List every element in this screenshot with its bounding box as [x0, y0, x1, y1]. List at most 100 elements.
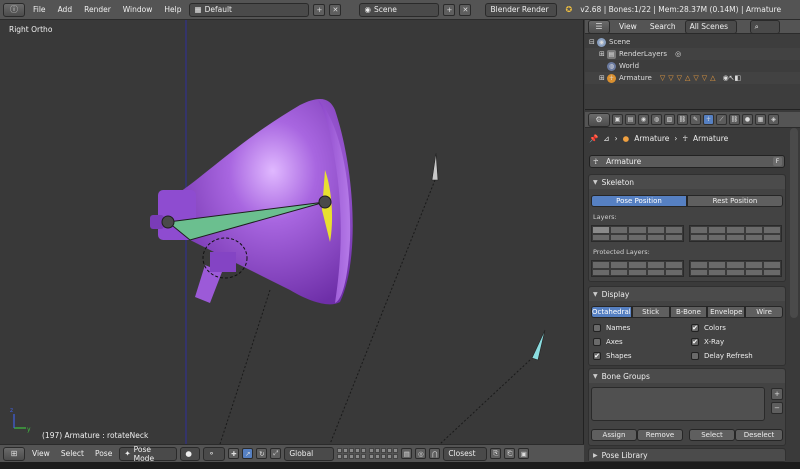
lock-icon[interactable]: ▤ [401, 448, 413, 459]
menu-file[interactable]: File [29, 5, 50, 14]
pose-position-button[interactable]: Pose Position [591, 195, 687, 207]
pin-icon[interactable]: 📌 [589, 134, 598, 143]
render-camera-icon[interactable]: ◧ [735, 74, 742, 82]
physics-tab-icon[interactable]: ◈ [768, 114, 779, 125]
viewport-status: (197) Armature : rotateNeck [42, 431, 149, 440]
outliner-search-field[interactable]: ⌕ [749, 19, 780, 34]
xray-checkbox[interactable]: ✔ X-Ray [691, 338, 724, 346]
scene-tab-icon[interactable]: ◉ [638, 114, 649, 125]
manipulator-toggle-icon[interactable]: ✚ [228, 448, 240, 459]
scene-value: Scene [374, 5, 397, 14]
pose-library-panel-header[interactable]: ▶ Pose Library [589, 449, 785, 461]
outliner-row-renderlayers[interactable]: ⊞ ▤ RenderLayers ◎ [585, 48, 800, 60]
viewport-layers[interactable] [337, 448, 367, 459]
delete-screen-button[interactable]: ✕ [329, 3, 342, 16]
axis-z-label: z [10, 407, 13, 414]
world-tab-icon[interactable]: ◍ [651, 114, 662, 125]
menu-view[interactable]: View [28, 449, 54, 458]
bbone-button[interactable]: B-Bone [669, 306, 708, 318]
editor-type-button[interactable]: ⓘ [3, 2, 25, 17]
outliner-row-scene[interactable]: ⊟ ◉ Scene [585, 36, 800, 48]
shading-select[interactable]: ● [180, 446, 201, 461]
menu-add[interactable]: Add [54, 5, 77, 14]
armature-data-tab-icon[interactable]: ☥ [703, 114, 714, 125]
render-tab-icon[interactable]: ▣ [612, 114, 623, 125]
render-engine-select[interactable]: Blender Render [485, 2, 558, 17]
deselect-button[interactable]: Deselect [735, 429, 783, 441]
mode-select[interactable]: ✦ Pose Mode [119, 445, 178, 463]
wire-button[interactable]: Wire [745, 306, 784, 318]
copy-pose-icon[interactable]: ⎘ [490, 448, 502, 459]
bone-constraints-tab-icon[interactable]: ⛓ [729, 114, 740, 125]
3d-viewport[interactable]: Right Ortho z y (197) Armature: rotateN… [0, 20, 584, 444]
bone-groups-list[interactable] [591, 387, 765, 421]
rest-position-button[interactable]: Rest Position [687, 195, 783, 207]
paste-pose-icon[interactable]: ⎗ [504, 448, 516, 459]
viewport-layers-2[interactable] [369, 448, 399, 459]
shapes-checkbox[interactable]: ✔ Shapes [593, 352, 632, 360]
display-panel-header[interactable]: ▼ Display [589, 287, 785, 301]
editor-type-button-3d[interactable]: ⊞ [3, 446, 25, 461]
screen-layout-select[interactable]: ▦ Default [189, 2, 310, 17]
properties-scrollbar[interactable] [790, 128, 798, 318]
object-tab-icon[interactable]: ▧ [664, 114, 675, 125]
menu-render[interactable]: Render [80, 5, 115, 14]
bone-tab-icon[interactable]: ⟋ [716, 114, 727, 125]
axes-checkbox[interactable]: Axes [593, 338, 623, 346]
fake-user-button[interactable]: F [773, 157, 782, 166]
armature-icon: ☥ [607, 73, 616, 83]
outliner-row-armature[interactable]: ⊞ ☥ Armature ▽▽▽△▽▽△ ◉ ↖ ◧ [585, 72, 800, 84]
constraints-tab-icon[interactable]: ⛓ [677, 114, 688, 125]
checkmark-icon: ✔ [691, 324, 699, 332]
bone-groups-panel-header[interactable]: ▼ Bone Groups [589, 369, 785, 383]
proportional-edit-icon[interactable]: ◎ [415, 448, 427, 459]
select-button[interactable]: Select [689, 429, 735, 441]
texture-tab-icon[interactable]: ▦ [755, 114, 766, 125]
collapse-triangle-icon: ▼ [593, 178, 598, 186]
material-tab-icon[interactable]: ● [742, 114, 753, 125]
delay-refresh-checkbox[interactable]: Delay Refresh [691, 352, 753, 360]
info-header: ⓘ File Add Render Window Help ▦ Default … [0, 0, 800, 20]
colors-checkbox[interactable]: ✔ Colors [691, 324, 726, 332]
delete-scene-button[interactable]: ✕ [459, 3, 472, 16]
menu-select[interactable]: Select [57, 449, 88, 458]
scale-manipulator-icon[interactable]: ⤢ [270, 448, 282, 459]
translate-manipulator-icon[interactable]: ↗ [242, 448, 254, 459]
octahedral-button[interactable]: Octahedral [591, 306, 632, 318]
outliner-display-select[interactable]: All Scenes [684, 19, 737, 34]
snap-target-select[interactable]: Closest [443, 446, 488, 461]
remove-button[interactable]: Remove [637, 429, 683, 441]
scene-select[interactable]: ◉ Scene [359, 2, 440, 17]
rotate-manipulator-icon[interactable]: ↻ [256, 448, 268, 459]
pivot-icon: ⚬ [208, 449, 215, 458]
protected-layers-grid-1[interactable] [591, 260, 684, 277]
render-icon[interactable]: ▣ [518, 448, 530, 459]
add-scene-button[interactable]: + [443, 3, 456, 16]
add-screen-button[interactable]: + [313, 3, 326, 16]
menu-pose[interactable]: Pose [91, 449, 116, 458]
outliner-menu-view[interactable]: View [615, 22, 641, 31]
snap-magnet-icon[interactable]: ⋂ [429, 448, 441, 459]
menu-window[interactable]: Window [119, 5, 157, 14]
armature-layers-grid-1[interactable] [591, 225, 684, 242]
properties-editor-type-button[interactable]: ⚙ [588, 112, 610, 127]
envelope-button[interactable]: Envelope [707, 306, 746, 318]
pivot-select[interactable]: ⚬ [203, 446, 226, 461]
datablock-name-field[interactable]: ☥ Armature F [589, 155, 785, 168]
armature-layers-grid-2[interactable] [689, 225, 782, 242]
renderlayer-tab-icon[interactable]: ▤ [625, 114, 636, 125]
remove-bone-group-button[interactable]: − [771, 402, 783, 414]
assign-button[interactable]: Assign [591, 429, 637, 441]
orientation-select[interactable]: Global [284, 446, 335, 461]
stick-button[interactable]: Stick [631, 306, 670, 318]
add-bone-group-button[interactable]: + [771, 388, 783, 400]
modifiers-tab-icon[interactable]: ✎ [690, 114, 701, 125]
outliner-menu-search[interactable]: Search [646, 22, 680, 31]
outliner-editor-type-button[interactable]: ☰ [588, 19, 610, 34]
skeleton-panel-header[interactable]: ▼ Skeleton [589, 175, 785, 189]
outliner-row-world[interactable]: ◍ World [585, 60, 800, 72]
menu-help[interactable]: Help [160, 5, 185, 14]
protected-layers-grid-2[interactable] [689, 260, 782, 277]
outliner-label: RenderLayers [619, 50, 668, 58]
names-checkbox[interactable]: Names [593, 324, 630, 332]
